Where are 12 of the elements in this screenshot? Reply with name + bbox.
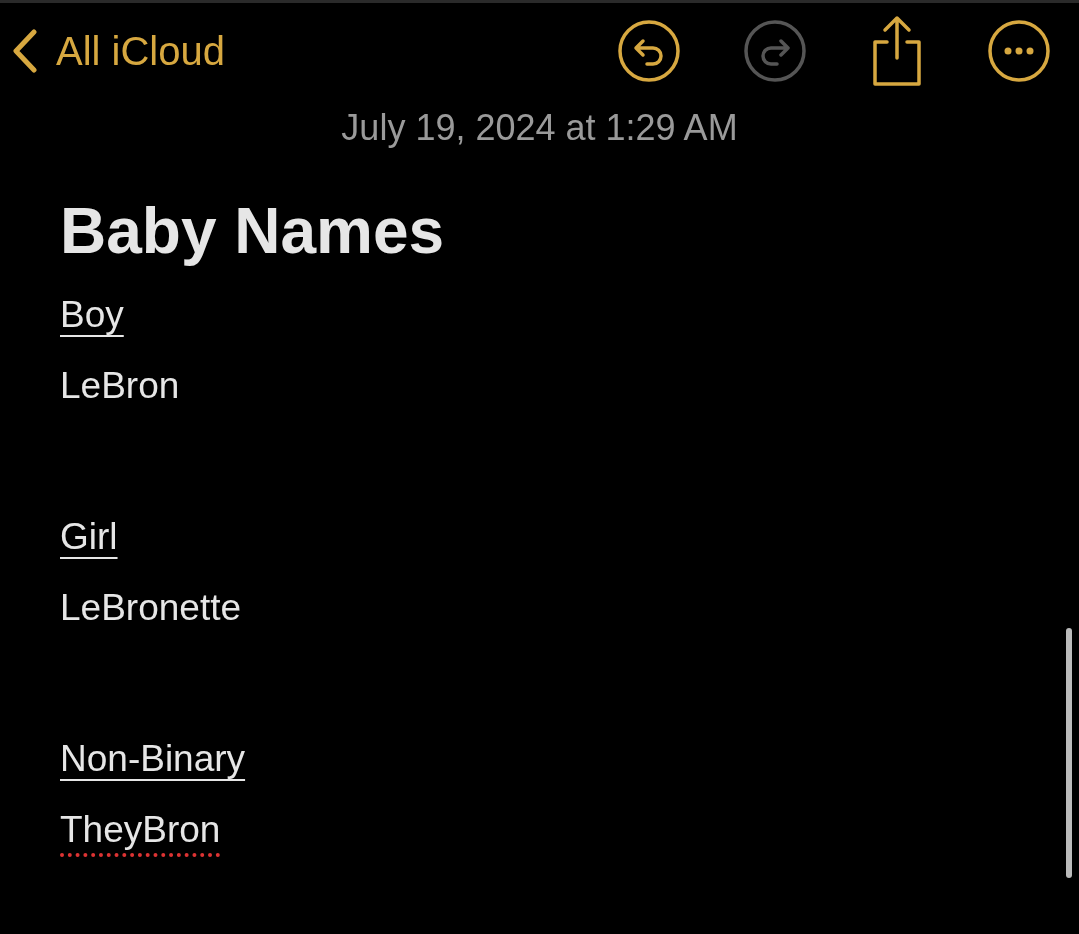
undo-icon[interactable] [617, 19, 681, 83]
section-heading: Boy [60, 293, 124, 336]
baby-name: LeBronette [60, 586, 242, 630]
section-heading: Non-Binary [60, 737, 246, 780]
back-chevron-icon [12, 29, 38, 73]
baby-name: LeBron [60, 364, 180, 408]
section-heading: Girl [60, 515, 118, 558]
more-icon[interactable] [987, 19, 1051, 83]
back-button[interactable]: All iCloud [12, 28, 225, 74]
baby-name: TheyBron [60, 808, 221, 857]
note-date: July 19, 2024 at 1:29 AM [340, 107, 739, 149]
note-title: Baby Names [60, 194, 446, 269]
